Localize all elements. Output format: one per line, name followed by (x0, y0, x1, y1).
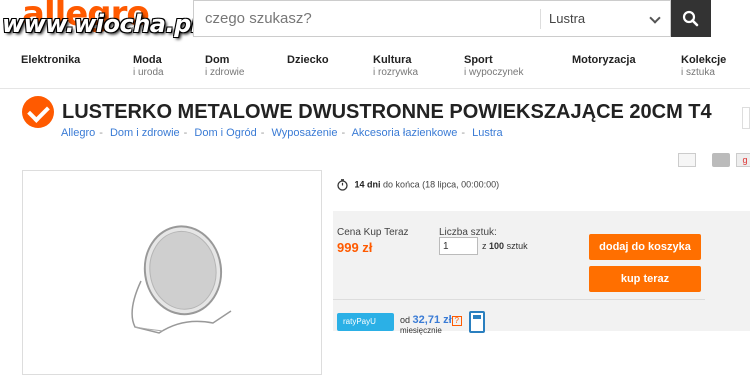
page-title: LUSTERKO METALOWE DWUSTRONNE POWIEKSZAJĄ… (62, 101, 712, 123)
nav-item-dziecko[interactable]: Dziecko (287, 54, 329, 67)
installment-period: miesięcznie (400, 326, 442, 335)
breadcrumb-item[interactable]: Dom i zdrowie (110, 127, 180, 139)
product-image[interactable] (22, 170, 322, 375)
nav-item-dom[interactable]: Dom i zdrowie (205, 54, 244, 78)
quantity-input[interactable] (439, 237, 478, 255)
search-input[interactable] (194, 1, 539, 36)
quantity-available: z 100 sztuk (482, 241, 528, 251)
category-select-value: Lustra (549, 11, 586, 26)
nav-item-motoryzacja[interactable]: Motoryzacja (572, 54, 636, 67)
calculator-icon[interactable] (469, 311, 485, 333)
mirror-image (131, 225, 232, 334)
search-divider (540, 9, 541, 29)
mail-icon[interactable] (678, 153, 696, 167)
twitter-icon[interactable] (712, 153, 730, 167)
breadcrumb: Allegro - Dom i zdrowie - Dom i Ogród - Wyp… (61, 127, 503, 139)
nav-item-sport[interactable]: Sport i wypoczynek (464, 54, 523, 78)
nav-item-sublabel: i zdrowie (205, 67, 245, 78)
timer-rest: do końca (18 lipca, 00:00:00) (383, 179, 500, 190)
breadcrumb-separator: - (461, 127, 466, 139)
installment-amount: 32,71 zł (412, 314, 452, 326)
checkmark-icon (22, 96, 54, 128)
nav-item-label: Dom (205, 54, 230, 66)
breadcrumb-separator: - (183, 127, 188, 139)
buy-panel: Cena Kup Teraz 999 zł Liczba sztuk: z 10… (333, 211, 750, 335)
breadcrumb-item[interactable]: Lustra (472, 127, 503, 139)
nav-item-label: Kultura (373, 54, 412, 66)
add-to-cart-button[interactable]: dodaj do koszyka (589, 234, 701, 260)
chevron-down-icon (649, 12, 661, 24)
quantity-max: 100 (489, 241, 505, 251)
stopwatch-icon (337, 179, 348, 191)
nav-item-sublabel: i uroda (133, 67, 164, 78)
nav-item-elektronika[interactable]: Elektronika (21, 54, 80, 67)
installment-prefix: od (400, 315, 411, 325)
watermark: www.wiocha.pl (2, 10, 199, 38)
quantity-of-prefix: z (482, 241, 487, 251)
category-select[interactable]: Lustra (549, 1, 669, 36)
side-panel-edge (742, 107, 750, 129)
quantity-unit: sztuk (506, 241, 528, 251)
buy-now-button[interactable]: kup teraz (589, 266, 701, 292)
price-value: 999 zł (337, 240, 373, 255)
price-label: Cena Kup Teraz (337, 227, 409, 238)
breadcrumb-item[interactable]: Wyposażenie (272, 127, 338, 139)
nav-item-kultura[interactable]: Kultura i rozrywka (373, 54, 418, 78)
panel-divider (333, 299, 705, 300)
nav-item-label: Kolekcje (681, 54, 727, 66)
breadcrumb-item[interactable]: Dom i Ogród (194, 127, 256, 139)
nav-item-kolekcje[interactable]: Kolekcje i sztuka (681, 54, 726, 78)
search-icon (682, 10, 699, 27)
search-box: Lustra (193, 0, 671, 37)
nav-divider (0, 88, 750, 89)
nav-item-sublabel: i sztuka (681, 67, 715, 78)
google-plus-icon[interactable]: g (736, 153, 750, 167)
search-button[interactable] (671, 0, 711, 37)
nav-item-label: Moda (133, 54, 162, 66)
breadcrumb-separator: - (260, 127, 265, 139)
top-bar: allegro www.wiocha.pl Lustra (0, 0, 750, 44)
breadcrumb-separator: - (341, 127, 346, 139)
nav-item-label: Elektronika (21, 54, 81, 66)
help-icon[interactable]: ? (451, 315, 462, 326)
nav-item-label: Motoryzacja (572, 54, 636, 66)
installment-text: od 32,71 zł? (400, 314, 462, 326)
timer-days: 14 dni (354, 179, 381, 190)
breadcrumb-item[interactable]: Allegro (61, 127, 95, 139)
nav-item-moda[interactable]: Moda i uroda (133, 54, 164, 78)
nav-item-label: Sport (464, 54, 493, 66)
breadcrumb-item[interactable]: Akcesoria łazienkowe (352, 127, 458, 139)
auction-timer: 14 dni do końca (18 lipca, 00:00:00) (337, 179, 499, 191)
nav-item-label: Dziecko (287, 54, 329, 66)
breadcrumb-separator: - (99, 127, 103, 139)
nav-item-sublabel: i rozrywka (373, 67, 419, 78)
category-nav: Elektronika Moda i uroda Dom i zdrowie D… (0, 54, 750, 88)
raty-payu-logo[interactable]: ratyPayU (337, 313, 394, 331)
nav-item-sublabel: i wypoczynek (464, 67, 524, 78)
